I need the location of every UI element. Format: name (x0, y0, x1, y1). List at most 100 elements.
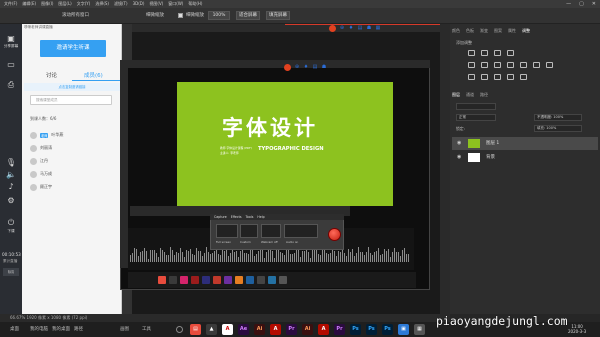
speaker-button[interactable]: 🔈 (1, 170, 21, 179)
mic-icon[interactable]: ♦ (348, 25, 354, 31)
photoshop-icon-3[interactable]: Ps (382, 324, 393, 335)
selective-color-icon[interactable] (520, 74, 527, 80)
acrobat-icon[interactable]: A (270, 324, 281, 335)
taskbar-item[interactable]: 我的桌面 (52, 326, 70, 332)
member-item[interactable]: 老师 叶华燕 (30, 130, 63, 140)
custom-option[interactable] (240, 224, 258, 238)
microphone-button[interactable]: 🎙 (1, 158, 21, 167)
menu-filter[interactable]: 滤镜(T) (114, 0, 128, 8)
menu-file[interactable]: 文件(F) (4, 0, 17, 8)
menu-view[interactable]: 视图(V) (149, 0, 163, 8)
member-item[interactable]: 江丹 (30, 156, 48, 166)
teams-icon[interactable]: ▣ (398, 324, 409, 335)
whiteboard-button[interactable]: ▭ (1, 60, 21, 69)
recorder-menu-capture[interactable]: Capture (214, 214, 227, 220)
layer-filter-select[interactable] (456, 103, 496, 110)
tab-channels[interactable]: 通道 (466, 92, 474, 98)
webcam-toggle[interactable] (261, 224, 281, 238)
member-search-input[interactable]: 搜索课堂成员 (30, 95, 112, 105)
tab-members[interactable]: 成员(6) (84, 71, 103, 79)
tab-swatches[interactable]: 色板 (466, 28, 474, 34)
tab-adjustments[interactable]: 调整 (522, 28, 530, 34)
photoshop-icon-2[interactable]: Ps (366, 324, 377, 335)
menu-help[interactable]: 帮助(H) (188, 0, 202, 8)
fit-screen-button[interactable]: 适合屏幕 (236, 11, 260, 20)
levels-icon[interactable] (481, 50, 488, 56)
scroll-all-windows-checkbox-label[interactable]: 滚动所有窗口 (62, 12, 89, 18)
close-button[interactable]: ✕ (592, 0, 596, 8)
recorder-menu-effects[interactable]: Effects (231, 214, 242, 220)
photo-filter-icon[interactable] (520, 62, 527, 68)
fill-field[interactable]: 填充: 100% (534, 125, 582, 132)
system-clock[interactable]: 11:00 2020-3-3 (568, 324, 586, 334)
tab-properties[interactable]: 属性 (508, 28, 516, 34)
vibrance-icon[interactable] (468, 62, 475, 68)
shirt-icon[interactable]: ☗ (366, 25, 372, 31)
posterize-icon[interactable] (481, 74, 488, 80)
eye-icon[interactable]: ◉ (457, 140, 461, 146)
photoshop-icon[interactable]: Ps (350, 324, 361, 335)
fullscreen-option[interactable] (216, 224, 238, 238)
tab-patterns[interactable]: 图案 (494, 28, 502, 34)
menu-image[interactable]: 图像(I) (41, 0, 53, 8)
minimize-button[interactable]: — (566, 0, 571, 8)
channel-mixer-icon[interactable] (533, 62, 540, 68)
record-button[interactable] (328, 228, 341, 241)
illustrator-icon-2[interactable]: Ai (302, 324, 313, 335)
audio-toggle[interactable] (284, 224, 318, 238)
menu-type[interactable]: 文字(Y) (77, 0, 91, 8)
menu-layer[interactable]: 图层(L) (58, 0, 71, 8)
eye-icon[interactable]: ◉ (457, 154, 461, 160)
member-item[interactable]: 刘丽涛 (30, 143, 52, 153)
recorder-menu-tools[interactable]: Tools (246, 214, 254, 220)
taskbar-item[interactable]: 画图 (120, 326, 129, 332)
tab-gradients[interactable]: 渐变 (480, 28, 488, 34)
recorder-menu-help[interactable]: Help (257, 214, 264, 220)
grid-icon[interactable]: ▦ (375, 25, 381, 31)
invert-icon[interactable] (468, 74, 475, 80)
member-item[interactable]: 顾正宇 (30, 182, 52, 192)
zoom-100-button[interactable]: 100% (208, 11, 230, 20)
menu-3d[interactable]: 3D(D) (133, 0, 145, 8)
opacity-field[interactable]: 不透明度: 100% (534, 114, 582, 121)
gradient-map-icon[interactable] (507, 74, 514, 80)
keyboard-icon[interactable]: ▤ (357, 25, 363, 31)
pin-icon[interactable]: ⊕ (339, 25, 345, 31)
taskbar-item[interactable]: 工具 (142, 326, 151, 332)
illustrator-icon[interactable]: Ai (254, 324, 265, 335)
lookup-icon[interactable] (546, 62, 553, 68)
taskbar-item[interactable]: 桌面 (10, 326, 19, 332)
end-class-button[interactable]: ⏻ 下课 (1, 218, 21, 234)
member-item[interactable]: 马万成 (30, 169, 52, 179)
menu-select[interactable]: 选择(S) (95, 0, 109, 8)
quality-select[interactable]: 标清 (3, 268, 19, 276)
copy-invite-link[interactable]: 点击复制邀请链接 (24, 83, 120, 91)
autocad-icon[interactable]: A (222, 324, 233, 335)
tab-paths[interactable]: 路径 (480, 92, 488, 98)
tab-discussion[interactable]: 讨论 (46, 71, 57, 79)
threshold-icon[interactable] (494, 74, 501, 80)
tab-color[interactable]: 颜色 (452, 28, 460, 34)
color-balance-icon[interactable] (494, 62, 501, 68)
layer-row[interactable]: ◉ 背景 (452, 151, 598, 164)
hue-icon[interactable] (481, 62, 488, 68)
share-screen-button[interactable]: ▣ 分享屏幕 (1, 34, 21, 49)
app-icon[interactable]: ▲ (206, 324, 217, 335)
tab-layers[interactable]: 图层 (452, 92, 460, 98)
power-icon[interactable] (176, 326, 183, 333)
fine-zoom-checkbox[interactable] (178, 13, 183, 18)
invite-students-button[interactable]: 邀请学生听课 (40, 40, 106, 57)
exposure-icon[interactable] (507, 50, 514, 56)
settings-button[interactable]: ⚙ (1, 196, 21, 205)
layer-row-selected[interactable]: ◉ 图层 1 (452, 137, 598, 150)
menu-window[interactable]: 窗口(W) (168, 0, 183, 8)
brightness-icon[interactable] (468, 50, 475, 56)
document-button[interactable]: ⎙ (1, 80, 21, 90)
app-icon[interactable]: ▤ (190, 324, 201, 335)
maximize-button[interactable]: ▢ (579, 0, 584, 8)
menu-edit[interactable]: 编辑(E) (22, 0, 36, 8)
taskbar-item[interactable]: 我的电脑 (30, 326, 48, 332)
acrobat-icon-2[interactable]: A (318, 324, 329, 335)
premiere-icon-2[interactable]: Pr (334, 324, 345, 335)
app-icon[interactable]: ▦ (414, 324, 425, 335)
